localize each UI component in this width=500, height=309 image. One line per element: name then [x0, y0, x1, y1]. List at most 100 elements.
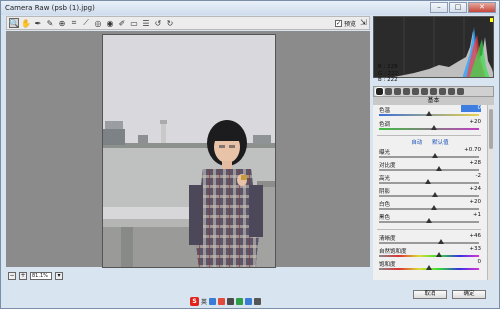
hand-icon[interactable]: ✋ — [21, 18, 31, 28]
slider-thumb[interactable] — [436, 252, 442, 257]
slider-label: 清晰度 — [379, 236, 396, 242]
slider-value[interactable]: +46 — [461, 233, 481, 240]
photo-preview — [102, 34, 276, 268]
slider-value[interactable]: +1 — [461, 212, 481, 219]
zoom-in-button[interactable]: + — [19, 272, 27, 280]
tab-presets-icon[interactable] — [448, 88, 455, 95]
adjustment-brush-icon[interactable]: ✐ — [117, 18, 127, 28]
fullscreen-icon[interactable]: ⇲ — [360, 18, 367, 27]
slider-thumb[interactable] — [432, 192, 438, 197]
slider-value[interactable]: 0 — [461, 259, 482, 266]
slider-value[interactable]: -2 — [461, 173, 481, 180]
blue-readout: B : 222 — [378, 77, 398, 83]
scrollbar-thumb[interactable] — [489, 109, 493, 149]
ok-button[interactable]: 确定 — [452, 290, 486, 299]
rotate-cw-icon[interactable]: ↻ — [165, 18, 175, 28]
slider-value[interactable]: +20 — [461, 119, 481, 126]
slider-thumb[interactable] — [431, 205, 437, 210]
panel-tabs — [373, 86, 494, 97]
auto-link[interactable]: 自动 — [411, 140, 422, 146]
slider-temp[interactable]: 色温 0 — [377, 105, 483, 118]
slider-label: 饱和度 — [379, 262, 396, 268]
tab-detail-icon[interactable] — [394, 88, 401, 95]
slider-label: 自然饱和度 — [379, 249, 407, 255]
zoom-level-field[interactable]: 81.1% — [30, 272, 52, 280]
skin-icon[interactable] — [236, 297, 244, 305]
slider-value[interactable]: +33 — [461, 246, 481, 253]
slider-whites[interactable]: 白色 +20 — [377, 199, 483, 212]
minimize-button[interactable]: – — [430, 2, 448, 13]
slider-thumb[interactable] — [426, 111, 432, 116]
tab-snapshots-icon[interactable] — [457, 88, 464, 95]
toolbox-icon[interactable] — [245, 297, 253, 305]
slider-clarity[interactable]: 清晰度 +46 — [377, 233, 483, 246]
slider-exposure[interactable]: 曝光 +0.70 — [377, 147, 483, 160]
zoom-icon[interactable]: 🔍 — [9, 18, 19, 28]
slider-thumb[interactable] — [431, 125, 437, 130]
slider-label: 白色 — [379, 202, 391, 208]
slider-value[interactable]: +28 — [461, 160, 481, 167]
default-link[interactable]: 默认值 — [432, 140, 449, 146]
slider-thumb[interactable] — [432, 153, 438, 158]
slider-value[interactable]: +0.70 — [461, 147, 481, 154]
slider-highlights[interactable]: 高光 -2 — [377, 173, 483, 186]
slider-blacks[interactable]: 黑色 +1 — [377, 212, 483, 225]
zoom-out-button[interactable]: − — [8, 272, 16, 280]
slider-value[interactable]: +24 — [461, 186, 481, 193]
section-title: 基本 — [373, 97, 494, 105]
window-title: Camera Raw (psb (1).jpg) — [5, 4, 95, 12]
tab-lens-icon[interactable] — [421, 88, 428, 95]
slider-thumb[interactable] — [426, 265, 432, 270]
slider-value[interactable]: +20 — [461, 199, 481, 206]
voice-icon[interactable] — [218, 297, 226, 305]
basic-panel: 色温 0 色调 +20 自动 默认值 曝光 +0.70 对比度 +28 高光 -… — [373, 105, 487, 280]
graduated-filter-icon[interactable]: ▭ — [129, 18, 139, 28]
crop-icon[interactable]: ⌗ — [69, 18, 79, 28]
tab-effects-icon[interactable] — [430, 88, 437, 95]
maximize-button[interactable]: □ — [449, 2, 467, 13]
slider-contrast[interactable]: 对比度 +28 — [377, 160, 483, 173]
slider-thumb[interactable] — [425, 179, 431, 184]
tab-split-toning-icon[interactable] — [412, 88, 419, 95]
slider-shadows[interactable]: 阴影 +24 — [377, 186, 483, 199]
straighten-icon[interactable]: ⟋ — [81, 18, 91, 28]
punctuation-icon[interactable] — [209, 297, 217, 305]
tab-camera-calibration-icon[interactable] — [439, 88, 446, 95]
slider-label: 黑色 — [379, 215, 391, 221]
slider-thumb[interactable] — [426, 218, 432, 223]
cancel-button[interactable]: 取消 — [413, 290, 447, 299]
keyboard-icon[interactable] — [227, 297, 235, 305]
white-balance-icon[interactable]: ✒ — [33, 18, 43, 28]
rgb-readout: R : 228 G : 222 B : 222 — [378, 64, 398, 84]
spot-removal-icon[interactable]: ◎ — [93, 18, 103, 28]
slider-value[interactable]: 0 — [461, 105, 481, 112]
zoom-dropdown-icon[interactable]: ▾ — [55, 272, 63, 280]
status-bar: − + 81.1% ▾ — [6, 270, 372, 282]
sogou-logo-icon[interactable]: S — [190, 296, 199, 306]
tab-hsl-icon[interactable] — [403, 88, 410, 95]
slider-label: 色温 — [379, 108, 391, 114]
photo-image — [103, 35, 275, 267]
preferences-icon[interactable]: ☰ — [141, 18, 151, 28]
toolbar: 🔍 ✋ ✒ ✎ ⊕ ⌗ ⟋ ◎ ◉ ✐ ▭ ☰ ↺ ↻ — [6, 16, 370, 30]
close-button[interactable]: ✕ — [468, 2, 496, 13]
tab-basic-icon[interactable] — [375, 87, 384, 96]
panel-scrollbar[interactable] — [487, 105, 494, 280]
preview-toggle[interactable]: ✓ 预览 — [335, 19, 356, 28]
slider-label: 色调 — [379, 122, 391, 128]
slider-vibrance[interactable]: 自然饱和度 +33 — [377, 246, 483, 259]
ime-lang-label[interactable]: 英 — [201, 297, 207, 306]
slider-tint[interactable]: 色调 +20 — [377, 119, 483, 132]
title-bar[interactable]: Camera Raw (psb (1).jpg) – □ ✕ — [1, 1, 499, 15]
rotate-ccw-icon[interactable]: ↺ — [153, 18, 163, 28]
red-eye-icon[interactable]: ◉ — [105, 18, 115, 28]
tab-tone-curve-icon[interactable] — [385, 88, 392, 95]
ime-toolbar: S 英 — [190, 296, 262, 306]
color-sampler-icon[interactable]: ✎ — [45, 18, 55, 28]
preview-checkbox[interactable]: ✓ — [335, 20, 342, 27]
slider-thumb[interactable] — [436, 166, 442, 171]
slider-saturation[interactable]: 饱和度 0 — [377, 259, 483, 272]
slider-thumb[interactable] — [438, 239, 444, 244]
targeted-adjust-icon[interactable]: ⊕ — [57, 18, 67, 28]
settings-icon[interactable] — [254, 297, 262, 305]
